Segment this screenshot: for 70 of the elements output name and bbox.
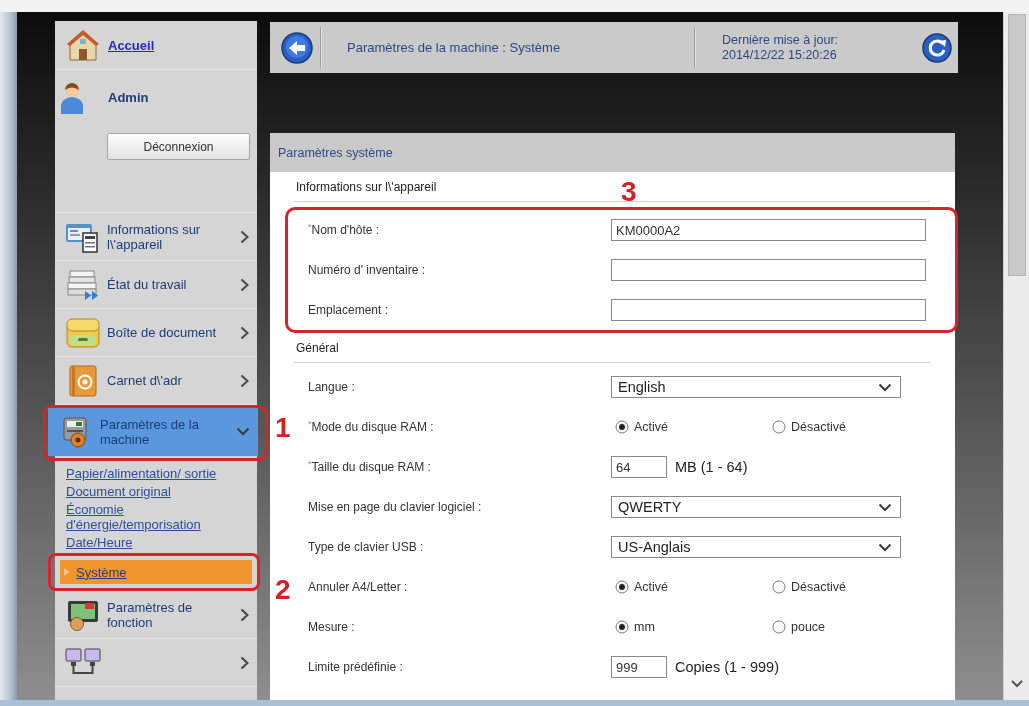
field-label: $^{*}$Nom d'hôte : [308,223,380,237]
update-time: 2014/12/22 15:20:26 [722,47,837,63]
sidebar-link[interactable]: Économie d'énergie/temporisation [66,502,251,532]
callout-number: 2 [275,576,291,604]
sidebar-link[interactable]: Date/Heure [66,535,133,550]
scrollbar-track[interactable] [1003,12,1029,700]
page-title: Paramètres de la machine : Système [347,40,562,55]
field-label: Mise en page du clavier logiciel : [308,500,482,514]
field-label: Langue : [308,380,355,394]
person-icon [61,80,83,114]
number-field[interactable]: 999 [611,656,667,678]
radio-label: pouce [791,620,826,634]
field-label: Limite prédéfinie : [308,660,403,674]
monitor-icon [65,598,101,631]
sidebar-item[interactable]: Paramètres de la machine [48,408,258,456]
radio-label: Désactivé [791,420,846,434]
user-name: Admin [108,89,149,105]
section-heading: Informations sur l\'appareil [296,179,437,194]
field-label: Type de clavier USB : [308,540,424,554]
update-label: Dernière mise à jour: [722,32,838,48]
panel-title: Paramètres système [270,133,955,172]
sidebar-subitem[interactable]: Système [60,560,252,584]
select-field[interactable]: QWERTY [611,496,901,518]
sidebar-item[interactable]: Carnet d\'adr [55,357,257,405]
house-icon [67,29,99,61]
sidebar-item[interactable]: État du travail [55,261,257,309]
radio-button[interactable] [615,580,629,594]
field-label: Emplacement : [308,303,389,317]
scrollbar-thumb[interactable] [1007,14,1026,276]
chevron-down-icon [878,382,892,392]
radio-button[interactable] [615,620,629,634]
select-field[interactable]: US-Anglais [611,536,901,558]
text-field[interactable] [611,259,926,281]
text-field[interactable] [611,299,926,321]
select-field[interactable]: English [611,376,901,398]
field-label: Mesure : [308,620,355,634]
sidebar-item[interactable]: Paramètres de fonction [55,591,257,639]
back-button[interactable] [281,31,313,64]
refresh-button[interactable] [922,32,952,63]
field-label: Numéro d' inventaire : [308,263,425,277]
field-label: $^{*}$Taille du disque RAM : [308,460,431,474]
text-field[interactable]: KM0000A2 [611,219,926,241]
field-label: $^{*}$Mode du disque RAM : [308,420,434,434]
chevron-down-icon [878,542,892,552]
scroll-down-icon[interactable] [1010,680,1023,688]
sidebar-item[interactable]: Informations sur l\'appareil [55,213,257,261]
radio-label: mm [634,620,655,634]
radio-button[interactable] [615,420,629,434]
radio-button[interactable] [772,580,786,594]
unit-label: Copies (1 - 999) [675,659,779,675]
section-heading: Général [296,340,339,355]
field-label: Annuler A4/Letter : [308,580,408,594]
chevron-down-icon [878,502,892,512]
radio-button[interactable] [772,620,786,634]
home-link[interactable]: Accueil [108,37,155,53]
box-icon [65,316,101,349]
radio-label: Désactivé [791,580,846,594]
paper-stack-icon [65,268,101,301]
radio-label: Activé [634,420,669,434]
sidebar-link[interactable]: Papier/alimentation/ sortie [66,466,217,481]
sidebar-item[interactable]: Boîte de document [55,309,257,357]
radio-label: Activé [634,580,669,594]
radio-button[interactable] [772,420,786,434]
logout-button[interactable]: Déconnexion [107,133,250,160]
bullet-icon [64,568,70,576]
callout-number: 3 [621,178,637,206]
callout-number: 1 [275,414,291,442]
unit-label: MB (1 - 64) [675,459,748,475]
number-field[interactable]: 64 [611,456,667,478]
sidebar-link[interactable]: Document original [66,484,171,499]
